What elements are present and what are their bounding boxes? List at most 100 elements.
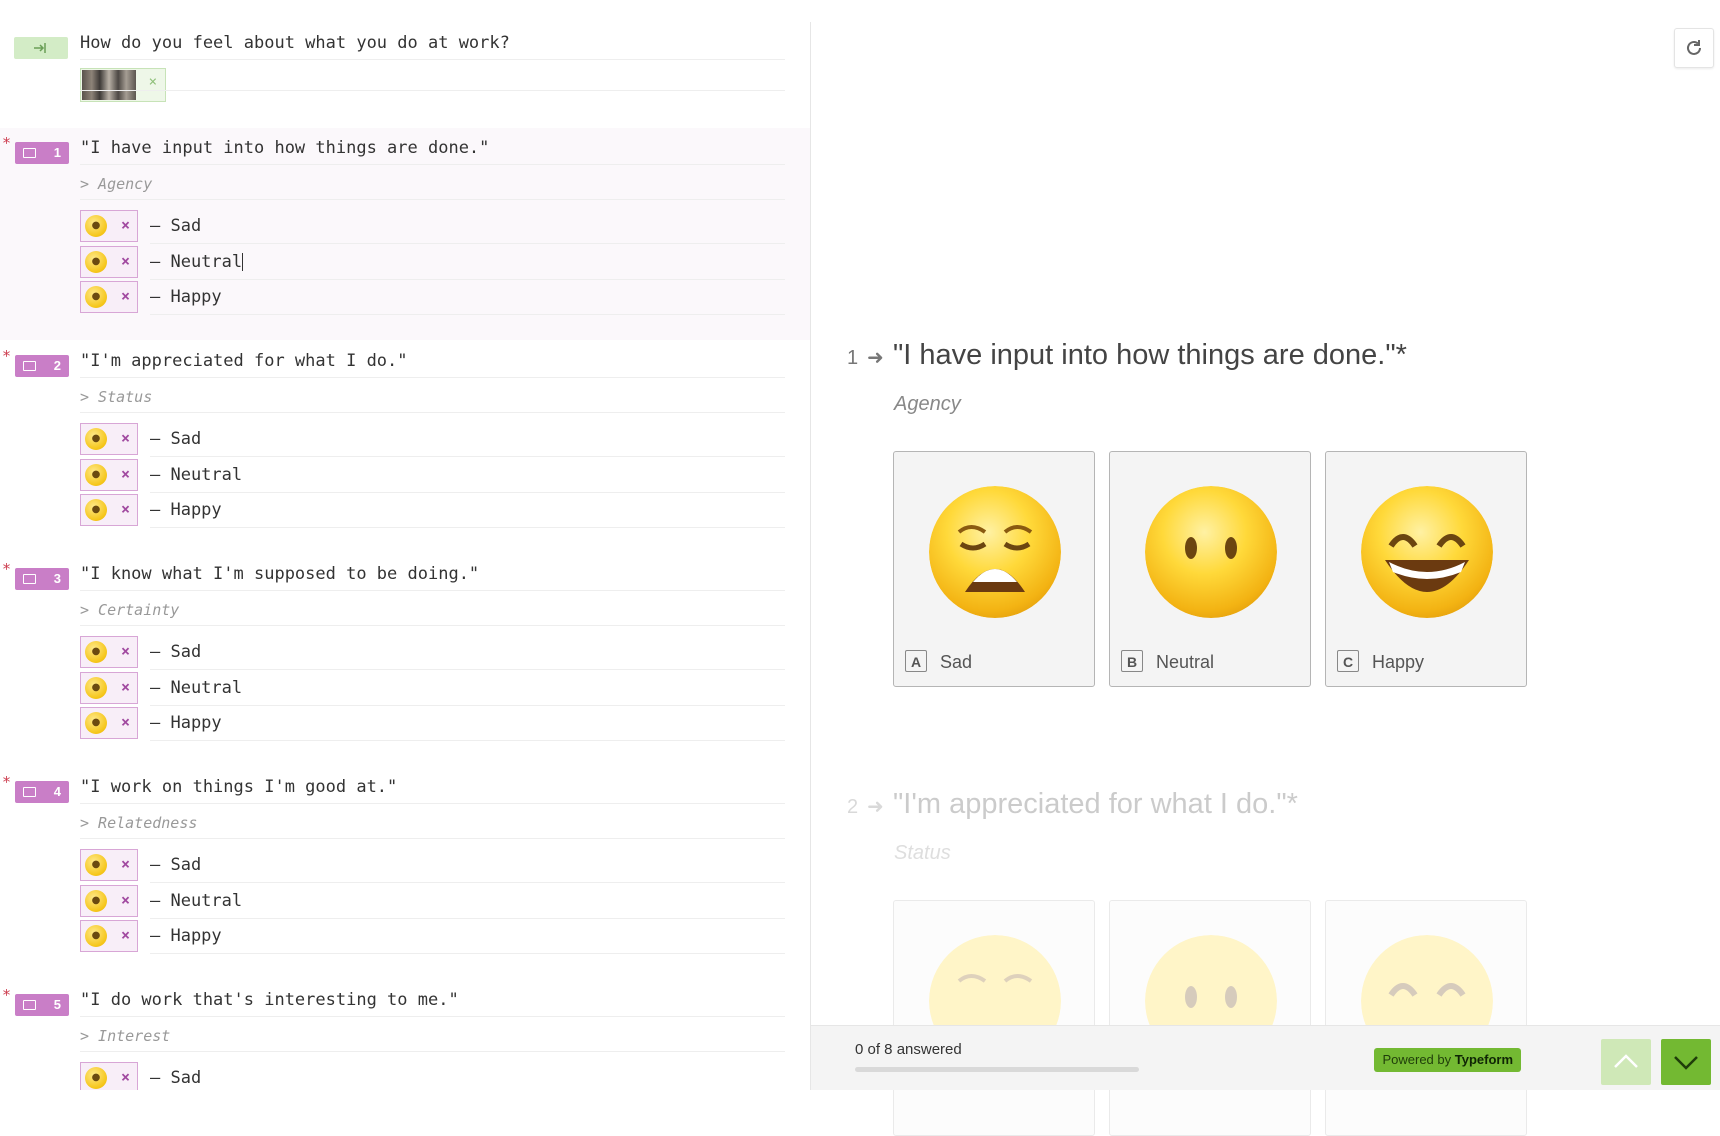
next-question-button[interactable] [1661,1039,1711,1085]
remove-option-icon[interactable]: × [121,252,130,270]
option-image-chip[interactable]: ● × [80,458,138,491]
question-type-tag[interactable]: 2 [15,355,69,377]
question-line[interactable]: "I have input into how things are done." [80,128,785,165]
option-line[interactable]: – Happy [150,705,785,741]
remove-image-icon[interactable]: × [149,74,157,90]
remove-option-icon[interactable]: × [121,1068,130,1086]
remove-option-icon[interactable]: × [121,465,130,483]
option-image-chip[interactable]: ● × [80,636,138,668]
question-category: > Interest [80,1027,171,1045]
statement-tag[interactable] [14,37,68,59]
choice-card-happy [1325,900,1527,1136]
option-line[interactable]: – Sad [150,208,785,244]
option-image-chip[interactable]: ● × [80,671,138,704]
question-line[interactable]: "I'm appreciated for what I do." [80,341,785,378]
category-line[interactable]: > Certainty [80,589,785,626]
question-line[interactable]: "I know what I'm supposed to be doing." [80,554,785,591]
previous-question-button[interactable] [1601,1039,1651,1085]
question-text: "I do work that's interesting to me." [80,990,459,1010]
question-number: 2 [847,796,859,818]
option-label: – Sad [150,1068,201,1088]
option-label-text: – Happy [150,287,222,307]
option-image-chip[interactable]: ● × [80,245,138,278]
powered-by-badge[interactable]: Powered by Typeform [1374,1048,1521,1072]
question-title: "I'm appreciated for what I do."* [893,788,1298,820]
question-type-tag[interactable]: 1 [15,142,69,164]
choice-card-neutral[interactable]: B Neutral [1109,451,1311,687]
option-image-chip[interactable]: ● × [80,707,138,739]
option-line[interactable]: – Neutral [150,457,785,493]
option-label: – Sad [150,855,201,875]
sad-emoji-icon: ● [85,854,107,876]
option-line[interactable]: – Happy [150,918,785,954]
question-number: 3 [53,571,61,586]
option-label: – Sad [150,216,201,236]
remove-option-icon[interactable]: × [121,855,130,873]
refresh-preview-button[interactable] [1674,28,1714,68]
question-text: "I have input into how things are done." [80,138,490,158]
option-line[interactable]: – Sad [150,1060,785,1090]
chevron-up-icon [1614,1054,1638,1068]
remove-option-icon[interactable]: × [121,678,130,696]
intro-line[interactable]: How do you feel about what you do at wor… [80,23,785,60]
remove-option-icon[interactable]: × [121,429,130,447]
remove-option-icon[interactable]: × [121,713,130,731]
remove-option-icon[interactable]: × [121,926,130,944]
option-line[interactable]: – Sad [150,421,785,457]
required-marker: * [2,986,12,1004]
question-line[interactable]: "I do work that's interesting to me." [80,980,785,1017]
option-line[interactable]: – Happy [150,279,785,315]
question-type-tag[interactable]: 5 [15,994,69,1016]
weary-face-icon [929,486,1061,618]
form-editor[interactable]: How do you feel about what you do at wor… [0,0,810,1090]
question-text: "I'm appreciated for what I do." [80,351,408,371]
question-type-tag[interactable]: 4 [15,781,69,803]
option-image-chip[interactable]: ● × [80,281,138,313]
option-image-chip[interactable]: ● × [80,1062,138,1090]
option-label-text: – Happy [150,500,222,520]
question-type-tag[interactable]: 3 [15,568,69,590]
option-line[interactable]: – Neutral [150,244,785,280]
category-line[interactable]: > Interest [80,1015,785,1052]
question-text: "I know what I'm supposed to be doing." [80,564,480,584]
option-label: – Happy [150,713,222,733]
option-line[interactable]: – Happy [150,492,785,528]
option-image-chip[interactable]: ● × [80,423,138,455]
option-image-chip[interactable]: ● × [80,849,138,881]
remove-option-icon[interactable]: × [121,642,130,660]
option-line[interactable]: – Sad [150,847,785,883]
option-label-text: – Neutral [150,890,243,911]
remove-option-icon[interactable]: × [121,891,130,909]
option-image-chip[interactable]: ● × [80,210,138,242]
question-number: 2 [53,358,61,373]
option-line[interactable]: – Neutral [150,670,785,706]
remove-option-icon[interactable]: × [121,216,130,234]
picture-choice-icon [23,361,36,371]
category-line[interactable]: > Status [80,376,785,413]
option-line[interactable]: – Sad [150,634,785,670]
question-description: Status [894,842,951,864]
option-label-text: – Sad [150,216,202,236]
choice-card-neutral [1109,900,1311,1136]
text-caret [242,252,244,271]
option-image-chip[interactable]: ● × [80,920,138,952]
option-line[interactable]: – Neutral [150,883,785,919]
question-category: > Status [80,388,153,406]
option-image-chip[interactable]: ● × [80,494,138,526]
intro-text: How do you feel about what you do at wor… [80,33,510,53]
intro-image-attachment[interactable]: × [80,68,166,102]
option-image-chip[interactable]: ● × [80,884,138,917]
happy-emoji-icon: ● [85,925,107,947]
option-label-text: – Sad [150,642,202,662]
choice-label: Happy [1372,652,1425,672]
happy-emoji-icon: ● [85,499,107,521]
choice-card-sad[interactable]: A Sad [893,451,1095,687]
choice-card-happy[interactable]: C Happy [1325,451,1527,687]
question-line[interactable]: "I work on things I'm good at." [80,767,785,804]
option-label-text: – Sad [150,429,202,449]
remove-option-icon[interactable]: × [121,500,130,518]
remove-option-icon[interactable]: × [121,287,130,305]
category-line[interactable]: > Relatedness [80,802,785,839]
category-line[interactable]: > Agency [80,163,785,200]
question-description: Agency [894,393,961,415]
